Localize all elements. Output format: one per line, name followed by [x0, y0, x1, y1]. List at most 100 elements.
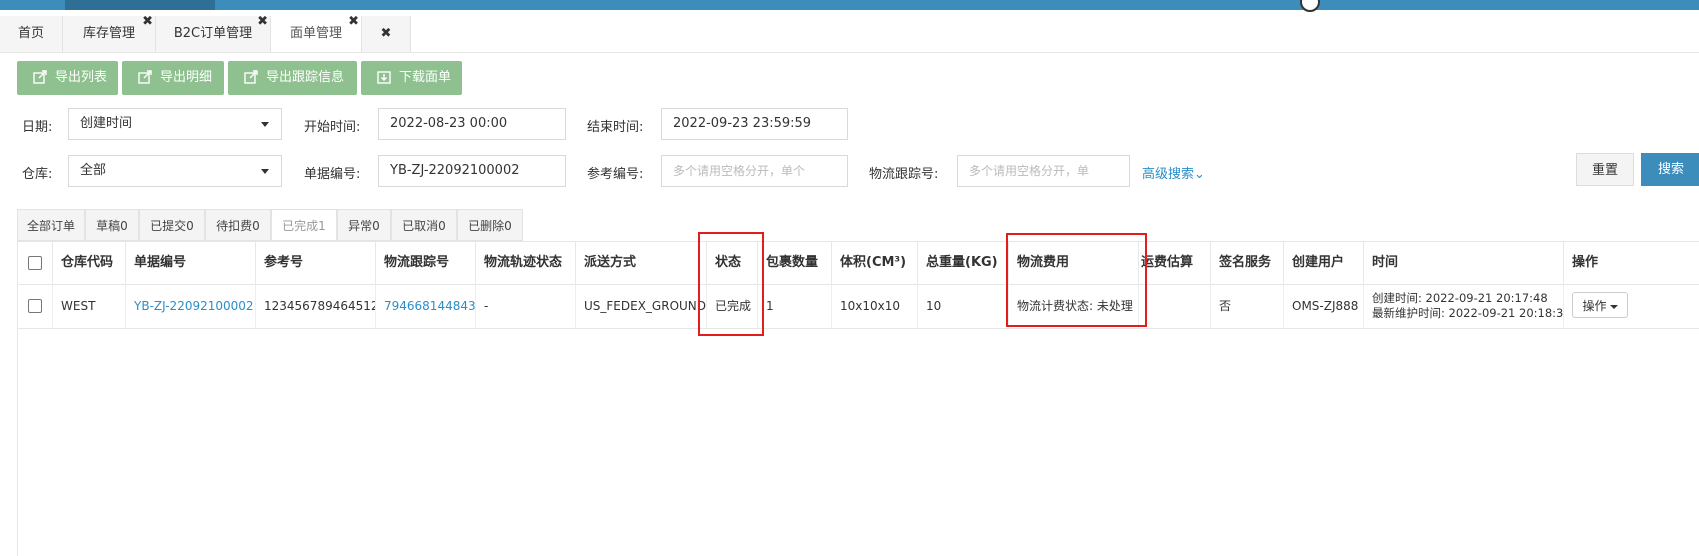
table-header: 仓库代码 单据编号 参考号 物流跟踪号 物流轨迹状态 派送方式 状态 包裹数量 …: [18, 241, 1699, 285]
header-freight-estimate[interactable]: 运费估算: [1139, 242, 1211, 284]
advanced-search-label: 高级搜索: [1142, 167, 1195, 182]
export-icon: [138, 70, 152, 84]
export-icon: [33, 70, 47, 84]
header-doc-no[interactable]: 单据编号: [126, 242, 256, 284]
header-volume[interactable]: 体积(CM³): [832, 242, 918, 284]
tab-submitted[interactable]: 已提交0: [139, 209, 205, 241]
select-value: 全部: [80, 163, 107, 178]
tab-label: 库存管理: [82, 26, 135, 41]
header-ref-no[interactable]: 参考号: [256, 242, 376, 284]
tab-completed[interactable]: 已完成1: [271, 209, 337, 241]
end-time-label: 结束时间:: [587, 120, 644, 135]
chevron-down-icon: ⌄: [1194, 167, 1205, 182]
end-time-input[interactable]: 2022-09-23 23:59:59: [661, 108, 848, 140]
header-track-status[interactable]: 物流轨迹状态: [476, 242, 576, 284]
tab-draft[interactable]: 草稿0: [85, 209, 139, 241]
button-label: 导出跟踪信息: [266, 70, 345, 85]
user-avatar-icon[interactable]: [1300, 0, 1320, 12]
select-value: 创建时间: [80, 116, 133, 131]
close-icon[interactable]: ✖: [142, 4, 153, 40]
tab-label: B2C订单管理: [173, 26, 253, 41]
cell-track-status: -: [476, 284, 576, 328]
orders-table: 仓库代码 单据编号 参考号 物流跟踪号 物流轨迹状态 派送方式 状态 包裹数量 …: [17, 241, 1699, 556]
advanced-search-link[interactable]: 高级搜索⌄: [1142, 163, 1205, 182]
download-icon: [377, 71, 391, 84]
header-select-all: [18, 242, 53, 284]
close-all-tabs-button[interactable]: ✖: [362, 16, 411, 52]
tab-deleted[interactable]: 已删除0: [457, 209, 523, 241]
start-time-label: 开始时间:: [304, 120, 361, 135]
row-select-cell: [18, 284, 53, 328]
doc-no-input[interactable]: YB-ZJ-22092100002: [378, 155, 566, 187]
tab-all-orders[interactable]: 全部订单: [17, 209, 85, 241]
row-actions-dropdown[interactable]: 操作: [1572, 292, 1628, 318]
header-shipping[interactable]: 派送方式: [576, 242, 707, 284]
caret-down-icon: [261, 169, 269, 174]
close-icon[interactable]: ✖: [348, 4, 359, 40]
cell-packages: 1: [758, 284, 832, 328]
tab-home[interactable]: 首页: [0, 16, 63, 52]
tab-inventory[interactable]: 库存管理 ✖: [63, 14, 156, 52]
header-menu-segment[interactable]: [65, 0, 215, 10]
export-icon: [244, 70, 258, 84]
page-tab-strip: 首页 库存管理 ✖ B2C订单管理 ✖ 面单管理 ✖ ✖: [0, 14, 1699, 53]
tab-pending-charge[interactable]: 待扣费0: [205, 209, 271, 241]
header-tracking[interactable]: 物流跟踪号: [376, 242, 476, 284]
close-icon[interactable]: ✖: [257, 4, 268, 40]
button-label: 导出列表: [55, 70, 108, 85]
top-header-bar: [0, 0, 1699, 12]
tab-label: 首页: [17, 26, 44, 41]
doc-no-label: 单据编号:: [304, 167, 361, 182]
header-weight[interactable]: 总重量(KG): [918, 242, 1009, 284]
cell-volume: 10x10x10: [832, 284, 918, 328]
export-tracking-button[interactable]: 导出跟踪信息: [228, 61, 357, 95]
cell-weight: 10: [918, 284, 1009, 328]
logistics-fee-column-highlight: [1006, 233, 1147, 327]
warehouse-select[interactable]: 全部: [68, 155, 282, 187]
button-label: 下载面单: [399, 70, 452, 85]
header-actions: 操作: [1572, 255, 1599, 270]
ref-no-input[interactable]: 多个请用空格分开，单个: [661, 155, 848, 187]
download-label-button[interactable]: 下载面单: [361, 61, 462, 95]
header-signature[interactable]: 签名服务: [1211, 242, 1284, 284]
row-checkbox[interactable]: [28, 299, 42, 313]
actions-label: 操作: [1582, 299, 1607, 313]
tracking-input[interactable]: 多个请用空格分开，单: [957, 155, 1130, 187]
button-label: 导出明细: [160, 70, 213, 85]
date-type-select[interactable]: 创建时间: [68, 108, 282, 140]
cell-tracking: 794668144843: [376, 284, 476, 328]
select-all-checkbox[interactable]: [28, 256, 42, 270]
cell-creator: OMS-ZJ888: [1284, 284, 1364, 328]
header-creator[interactable]: 创建用户: [1284, 242, 1364, 284]
start-time-input[interactable]: 2022-08-23 00:00: [378, 108, 566, 140]
cell-doc-no: YB-ZJ-22092100002: [126, 284, 256, 328]
tab-b2c-orders[interactable]: B2C订单管理 ✖: [156, 14, 271, 52]
tab-cancelled[interactable]: 已取消0: [391, 209, 457, 241]
header-warehouse[interactable]: 仓库代码: [53, 242, 126, 284]
doc-no-link[interactable]: YB-ZJ-22092100002: [134, 299, 254, 313]
cell-ref-no: 123456789464512: [256, 284, 376, 328]
tab-label-management[interactable]: 面单管理 ✖: [271, 14, 362, 52]
status-column-highlight: [698, 232, 764, 336]
tab-exception[interactable]: 异常0: [337, 209, 391, 241]
tracking-link[interactable]: 794668144843: [384, 299, 475, 313]
export-list-button[interactable]: 导出列表: [17, 61, 118, 95]
ref-no-label: 参考编号:: [587, 167, 644, 182]
tab-label: 面单管理: [289, 26, 342, 41]
cell-shipping: US_FEDEX_GROUND: [576, 284, 707, 328]
cell-signature: 否: [1211, 284, 1284, 328]
created-time: 创建时间: 2022-09-21 20:17:48: [1372, 291, 1548, 305]
table-row: WEST YB-ZJ-22092100002 123456789464512 7…: [18, 284, 1699, 329]
cell-freight-estimate: [1139, 284, 1211, 328]
updated-time: 最新维护时间: 2022-09-21 20:18:36: [1372, 306, 1564, 320]
caret-down-icon: [261, 122, 269, 127]
header-time[interactable]: 时间: [1364, 242, 1564, 284]
search-button[interactable]: 搜索: [1641, 153, 1699, 186]
reset-button[interactable]: 重置: [1576, 153, 1634, 186]
export-detail-button[interactable]: 导出明细: [122, 61, 224, 95]
caret-down-icon: [1609, 304, 1618, 309]
close-icon: ✖: [380, 26, 392, 41]
header-packages[interactable]: 包裹数量: [758, 242, 832, 284]
warehouse-label: 仓库:: [22, 167, 53, 182]
tracking-label: 物流跟踪号:: [869, 167, 939, 182]
